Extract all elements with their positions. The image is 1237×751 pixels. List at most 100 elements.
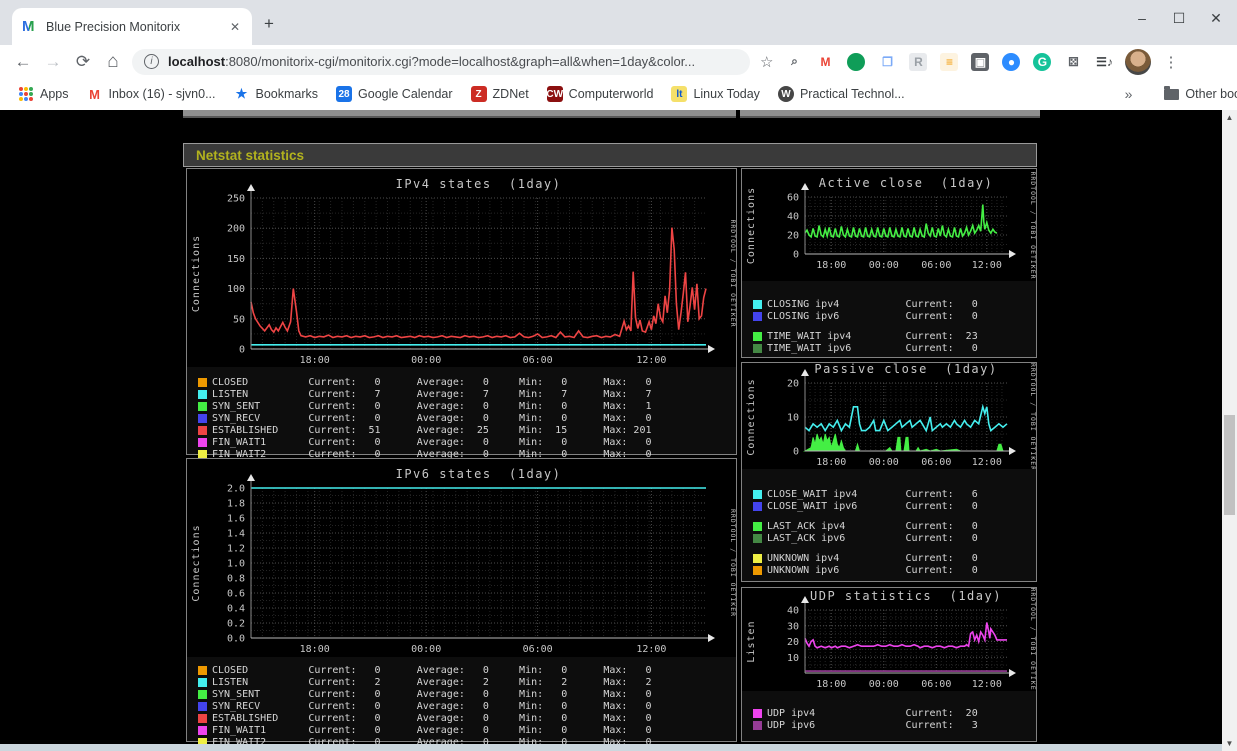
bookmark-item[interactable]: W Practical Technol... <box>777 86 905 102</box>
browser-menu-icon[interactable]: ⋮ <box>1159 53 1182 71</box>
scroll-up-arrow[interactable]: ▲ <box>1222 110 1237 125</box>
window-close-button[interactable]: ✕ <box>1209 10 1223 27</box>
legend-swatch <box>753 720 762 730</box>
r-extension-icon[interactable]: R <box>909 52 928 71</box>
bookmark-item[interactable]: CW Computerworld <box>546 86 653 102</box>
legend-row: UNKNOWN ipv4 Current: 0 <box>753 552 1036 564</box>
svg-text:20: 20 <box>787 637 799 648</box>
profile-avatar[interactable] <box>1125 48 1152 75</box>
search-extension-icon[interactable]: ⌕ <box>785 53 803 71</box>
zoom-extension-icon[interactable]: ● <box>1002 52 1021 71</box>
svg-text:Connections: Connections <box>191 235 202 312</box>
legend-row: LAST_ACK ipv4 Current: 0 <box>753 520 1036 532</box>
forward-button[interactable]: → <box>38 52 68 72</box>
books-extension-icon[interactable]: ≡ <box>940 52 959 71</box>
window-maximize-button[interactable]: ☐ <box>1172 10 1186 27</box>
legend-row: UDP ipv6 Current: 3 <box>753 719 1036 731</box>
legend-text: UDP ipv4 Current: 20 <box>767 707 978 719</box>
tab-strip: M M Blue Precision Monitorix ✕ + – ☐ ✕ <box>0 0 1237 45</box>
legend-swatch <box>753 489 762 499</box>
bookmark-item[interactable]: Z ZDNet <box>470 86 529 102</box>
svg-text:100: 100 <box>227 284 245 295</box>
svg-text:12:00: 12:00 <box>972 457 1002 468</box>
back-button[interactable]: ← <box>8 52 38 72</box>
legend-row: CLOSED Current: 0 Average: 0 Min: 0 Max:… <box>198 664 736 676</box>
home-button[interactable]: ⌂ <box>98 51 128 73</box>
legend-row: CLOSING ipv6 Current: 0 <box>753 310 1036 322</box>
svg-text:1.8: 1.8 <box>227 499 245 510</box>
hangouts-extension-icon[interactable] <box>847 52 866 71</box>
legend-swatch <box>198 689 207 699</box>
passive-close-title: Passive close (1day) <box>814 363 997 376</box>
bookmarks-overflow-chevron[interactable]: » <box>1125 86 1133 102</box>
monitorix-favicon: M M <box>22 17 35 35</box>
bookmark-item[interactable]: lt Linux Today <box>671 86 760 102</box>
rrdtool-watermark: RRDTOOL / TOBI OETIKER <box>729 219 736 327</box>
tab-title: Blue Precision Monitorix <box>46 19 181 34</box>
media-queue-extension-icon[interactable]: ☰♪ <box>1095 53 1113 71</box>
address-bar[interactable]: i localhost :8080/monitorix-cgi/monitori… <box>132 48 750 75</box>
bookmark-item[interactable]: M Inbox (16) - sjvn0... <box>87 86 216 102</box>
legend-row: SYN_RECV Current: 0 Average: 0 Min: 0 Ma… <box>198 700 736 712</box>
passive-close-chart: Passive close (1day) Connections 0 10 20 18:0… <box>742 362 1037 471</box>
browser-tab[interactable]: M M Blue Precision Monitorix ✕ <box>12 8 252 45</box>
copy-pages-extension-icon[interactable]: ❐ <box>878 53 896 71</box>
tab-close-icon[interactable]: ✕ <box>228 20 242 34</box>
legend-swatch <box>198 401 207 411</box>
bookmark-label: Apps <box>40 87 69 101</box>
legend-row: ESTABLISHED Current: 51 Average: 25 Min:… <box>198 424 736 436</box>
legend-text: CLOSE_WAIT ipv4 Current: 6 <box>767 488 978 500</box>
svg-text:12:00: 12:00 <box>972 260 1002 271</box>
puzzle-extension-icon[interactable]: ⚄ <box>1064 53 1082 71</box>
svg-text:40: 40 <box>787 606 799 617</box>
bookmark-label: Linux Today <box>693 87 760 101</box>
active-close-chart: Active close (1day) Connections 0 20 40 60 18:… <box>742 169 1037 281</box>
page-scrollbar[interactable]: ▲ ▼ <box>1222 110 1237 751</box>
legend-row: FIN_WAIT1 Current: 0 Average: 0 Min: 0 M… <box>198 436 736 448</box>
reload-button[interactable]: ⟳ <box>68 52 98 72</box>
scroll-down-arrow[interactable]: ▼ <box>1222 736 1237 751</box>
site-info-icon[interactable]: i <box>144 54 159 69</box>
calendar-bookmark-icon: 28 <box>336 86 353 102</box>
legend-text: LISTEN Current: 2 Average: 2 Min: 2 Max:… <box>212 676 652 688</box>
grammarly-extension-icon[interactable]: G <box>1033 52 1052 71</box>
svg-text:06:00: 06:00 <box>921 457 951 468</box>
active-close-title: Active close (1day) <box>819 176 994 190</box>
bookmark-item[interactable]: Apps <box>18 86 69 102</box>
computerworld-bookmark-icon: CW <box>546 86 563 102</box>
svg-text:12:00: 12:00 <box>636 644 666 655</box>
legend-swatch <box>753 708 762 718</box>
linuxtoday-bookmark-icon: lt <box>671 86 688 102</box>
passive-close-legend: CLOSE_WAIT ipv4 Current: 6 CLOSE_WAIT ipv… <box>742 488 1036 576</box>
previous-panel-edge-right <box>740 110 1040 118</box>
bookmark-label: Inbox (16) - sjvn0... <box>108 87 216 101</box>
legend-text: CLOSE_WAIT ipv6 Current: 0 <box>767 500 978 512</box>
svg-text:06:00: 06:00 <box>921 679 951 690</box>
ipv4-states-chart: IPv4 states (1day) Connections 0 50 100 150 20… <box>187 169 737 367</box>
bookmark-item[interactable]: 28 Google Calendar <box>336 86 453 102</box>
legend-text: TIME_WAIT ipv4 Current: 23 <box>767 330 978 342</box>
ipv4-states-title: IPv4 states (1day) <box>396 177 562 191</box>
legend-swatch <box>198 701 207 711</box>
folder-icon <box>1164 85 1180 100</box>
window-minimize-button[interactable]: – <box>1135 10 1149 27</box>
legend-text: SYN_RECV Current: 0 Average: 0 Min: 0 Ma… <box>212 700 652 712</box>
legend-row: LISTEN Current: 2 Average: 2 Min: 2 Max:… <box>198 676 736 688</box>
new-tab-button[interactable]: + <box>264 14 274 34</box>
svg-text:0.4: 0.4 <box>227 604 245 615</box>
svg-text:20: 20 <box>787 231 799 242</box>
zdnet-bookmark-icon: Z <box>470 86 487 102</box>
bookmark-label: Bookmarks <box>255 87 319 101</box>
scrollbar-thumb[interactable] <box>1224 415 1235 515</box>
svg-text:18:00: 18:00 <box>816 260 846 271</box>
gray-app-extension-icon[interactable]: ▣ <box>971 52 990 71</box>
bookmark-star-icon[interactable]: ☆ <box>760 53 773 71</box>
other-bookmarks-button[interactable]: Other bookmarks <box>1164 85 1237 101</box>
legend-swatch <box>753 299 762 309</box>
bookmark-item[interactable]: ★ Bookmarks <box>234 86 319 102</box>
legend-gap <box>742 544 1036 552</box>
legend-row: CLOSE_WAIT ipv6 Current: 0 <box>753 500 1036 512</box>
gmail-extension-icon[interactable]: M <box>816 53 834 71</box>
legend-text: FIN_WAIT1 Current: 0 Average: 0 Min: 0 M… <box>212 724 652 736</box>
legend-text: CLOSING ipv6 Current: 0 <box>767 310 978 322</box>
